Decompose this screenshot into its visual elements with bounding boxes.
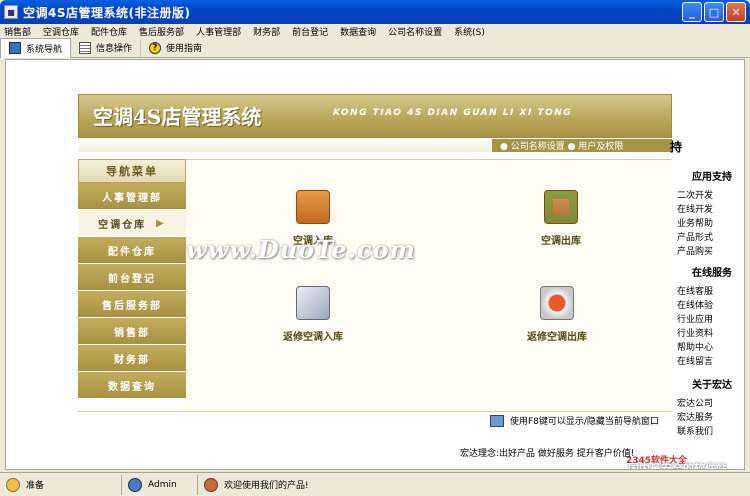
module-area: 空调入库 空调出库 返修空调入库 返修空调出库 [186, 159, 672, 411]
menu-finance[interactable]: 财务部 [253, 25, 280, 38]
support-link[interactable]: 宏达公司 [677, 396, 713, 409]
monitor-icon [9, 42, 21, 54]
chevron-right-icon: ▶ [156, 217, 166, 229]
support-link[interactable]: 联系我们 [677, 424, 713, 437]
minimize-button[interactable]: _ [682, 2, 702, 22]
menu-bar: 销售部 空调仓库 配件仓库 售后服务部 人事管理部 财务部 前台登记 数据查询 … [0, 24, 750, 38]
tab-info-ops[interactable]: 信息操作 [71, 38, 142, 57]
module-label: 返修空调入库 [283, 332, 343, 343]
status-icon [6, 477, 20, 492]
menu-front-desk[interactable]: 前台登记 [292, 25, 328, 38]
support-link[interactable]: 帮助中心 [677, 340, 713, 353]
nav-item-hr[interactable]: 人事管理部 [78, 183, 186, 210]
support-link[interactable]: 行业应用 [677, 312, 713, 325]
section-title: 关于宏达 [692, 380, 732, 391]
menu-hr[interactable]: 人事管理部 [196, 25, 241, 38]
outbound-box-icon [544, 190, 578, 224]
user-icon [128, 477, 142, 492]
status-user: Admin [122, 474, 198, 495]
footer-hint: 使用F8键可以显示/隐藏当前导航窗口 [490, 414, 659, 427]
status-text: Admin [148, 479, 177, 490]
toolbar: 系统导航 信息操作 ? 使用指南 [0, 37, 750, 58]
support-link[interactable]: 在线开发 [677, 202, 713, 215]
nav-item-data-query[interactable]: 数据查询 [78, 372, 186, 399]
nav-item-after-sales[interactable]: 售后服务部 [78, 291, 186, 318]
menu-company-settings[interactable]: 公司名称设置 [388, 25, 442, 38]
module-repair-inbound[interactable]: 返修空调入库 [268, 286, 358, 343]
top-links[interactable]: ● 公司名称设置 ● 用户及权限 [492, 139, 672, 152]
main-area: 空调4S店管理系统 KONG TIAO 4S DIAN GUAN LI XI T… [5, 59, 745, 470]
support-link[interactable]: 产品购买 [677, 244, 713, 257]
footer-hint-text: 使用F8键可以显示/隐藏当前导航窗口 [510, 417, 659, 427]
menu-data-query[interactable]: 数据查询 [340, 25, 376, 38]
status-welcome: 欢迎使用我们的产品! [198, 475, 398, 495]
tab-system-nav[interactable]: 系统导航 [0, 37, 72, 58]
close-button[interactable]: ✕ [726, 2, 746, 22]
nav-header: 导航菜单 [78, 159, 186, 183]
banner-pinyin: KONG TIAO 4S DIAN GUAN LI XI TONG [333, 108, 573, 118]
support-header-partial: 持 [670, 140, 683, 154]
help-icon: ? [149, 41, 162, 54]
slogan: 宏达理念:出好产品 做好服务 提升客户价值! [460, 449, 635, 459]
status-ready: 准备 [0, 474, 122, 495]
repair-out-icon [540, 286, 574, 320]
section-title: 在线服务 [692, 268, 732, 279]
menu-ac-warehouse[interactable]: 空调仓库 [43, 25, 79, 38]
nav-menu: 导航菜单 人事管理部 空调仓库 ▶ 配件仓库 前台登记 售后服务部 销售部 财务部… [78, 159, 186, 411]
tab-label: 系统导航 [26, 44, 63, 55]
watermark-sub: 国内最安全的软件站 [628, 462, 727, 470]
title-bar: ■ 空调4S店管理系统(非注册版) _ □ ✕ [0, 0, 750, 24]
info-icon [490, 414, 504, 427]
section-title: 应用支持 [692, 172, 732, 183]
support-link[interactable]: 产品形式 [677, 230, 713, 243]
module-label: 空调出库 [541, 236, 581, 247]
support-link[interactable]: 业务帮助 [677, 216, 713, 229]
menu-parts-warehouse[interactable]: 配件仓库 [91, 25, 127, 38]
support-link[interactable]: 二次开发 [677, 188, 713, 201]
banner: 空调4S店管理系统 KONG TIAO 4S DIAN GUAN LI XI T… [78, 94, 672, 138]
menu-sales[interactable]: 销售部 [4, 25, 31, 38]
module-label: 返修空调出库 [527, 332, 587, 343]
nav-item-label: 空调仓库 [98, 219, 147, 231]
nav-item-front-desk[interactable]: 前台登记 [78, 264, 186, 291]
watermark: www.DuoTe.com [186, 235, 416, 264]
tab-label: 信息操作 [96, 44, 133, 54]
nav-item-ac-warehouse[interactable]: 空调仓库 ▶ [78, 210, 186, 237]
grid-icon [79, 41, 92, 54]
app-icon: ■ [4, 5, 18, 19]
repair-in-icon [296, 286, 330, 320]
status-bar: 准备 Admin 欢迎使用我们的产品! [0, 472, 750, 496]
footer-bar: 使用F8键可以显示/隐藏当前导航窗口 [78, 411, 672, 427]
tab-user-guide[interactable]: ? 使用指南 [141, 39, 210, 57]
nav-item-finance[interactable]: 财务部 [78, 345, 186, 372]
inbound-box-icon [296, 190, 330, 224]
menu-after-sales[interactable]: 售后服务部 [139, 25, 184, 38]
menu-system[interactable]: 系统(S) [454, 25, 485, 38]
top-link-strip: ● 公司名称设置 ● 用户及权限 [78, 138, 672, 152]
support-link[interactable]: 在线留言 [677, 354, 713, 367]
tab-label: 使用指南 [166, 44, 203, 54]
window-title: 空调4S店管理系统(非注册版) [23, 5, 191, 20]
support-link[interactable]: 在线体验 [677, 298, 713, 311]
support-link[interactable]: 行业资料 [677, 326, 713, 339]
banner-title: 空调4S店管理系统 [93, 105, 262, 129]
support-link[interactable]: 宏达服务 [677, 410, 713, 423]
nav-item-sales[interactable]: 销售部 [78, 318, 186, 345]
users-icon [204, 477, 218, 492]
module-ac-outbound[interactable]: 空调出库 [526, 190, 596, 247]
maximize-button[interactable]: □ [704, 2, 724, 22]
status-text: 欢迎使用我们的产品! [224, 481, 309, 491]
nav-item-parts-warehouse[interactable]: 配件仓库 [78, 237, 186, 264]
support-link[interactable]: 在线客服 [677, 284, 713, 297]
module-repair-outbound[interactable]: 返修空调出库 [512, 286, 602, 343]
status-text: 准备 [26, 481, 45, 491]
right-support-panel: 持 应用支持 二次开发 在线开发 业务帮助 产品形式 产品购买 在线服务 在线客… [670, 60, 744, 469]
